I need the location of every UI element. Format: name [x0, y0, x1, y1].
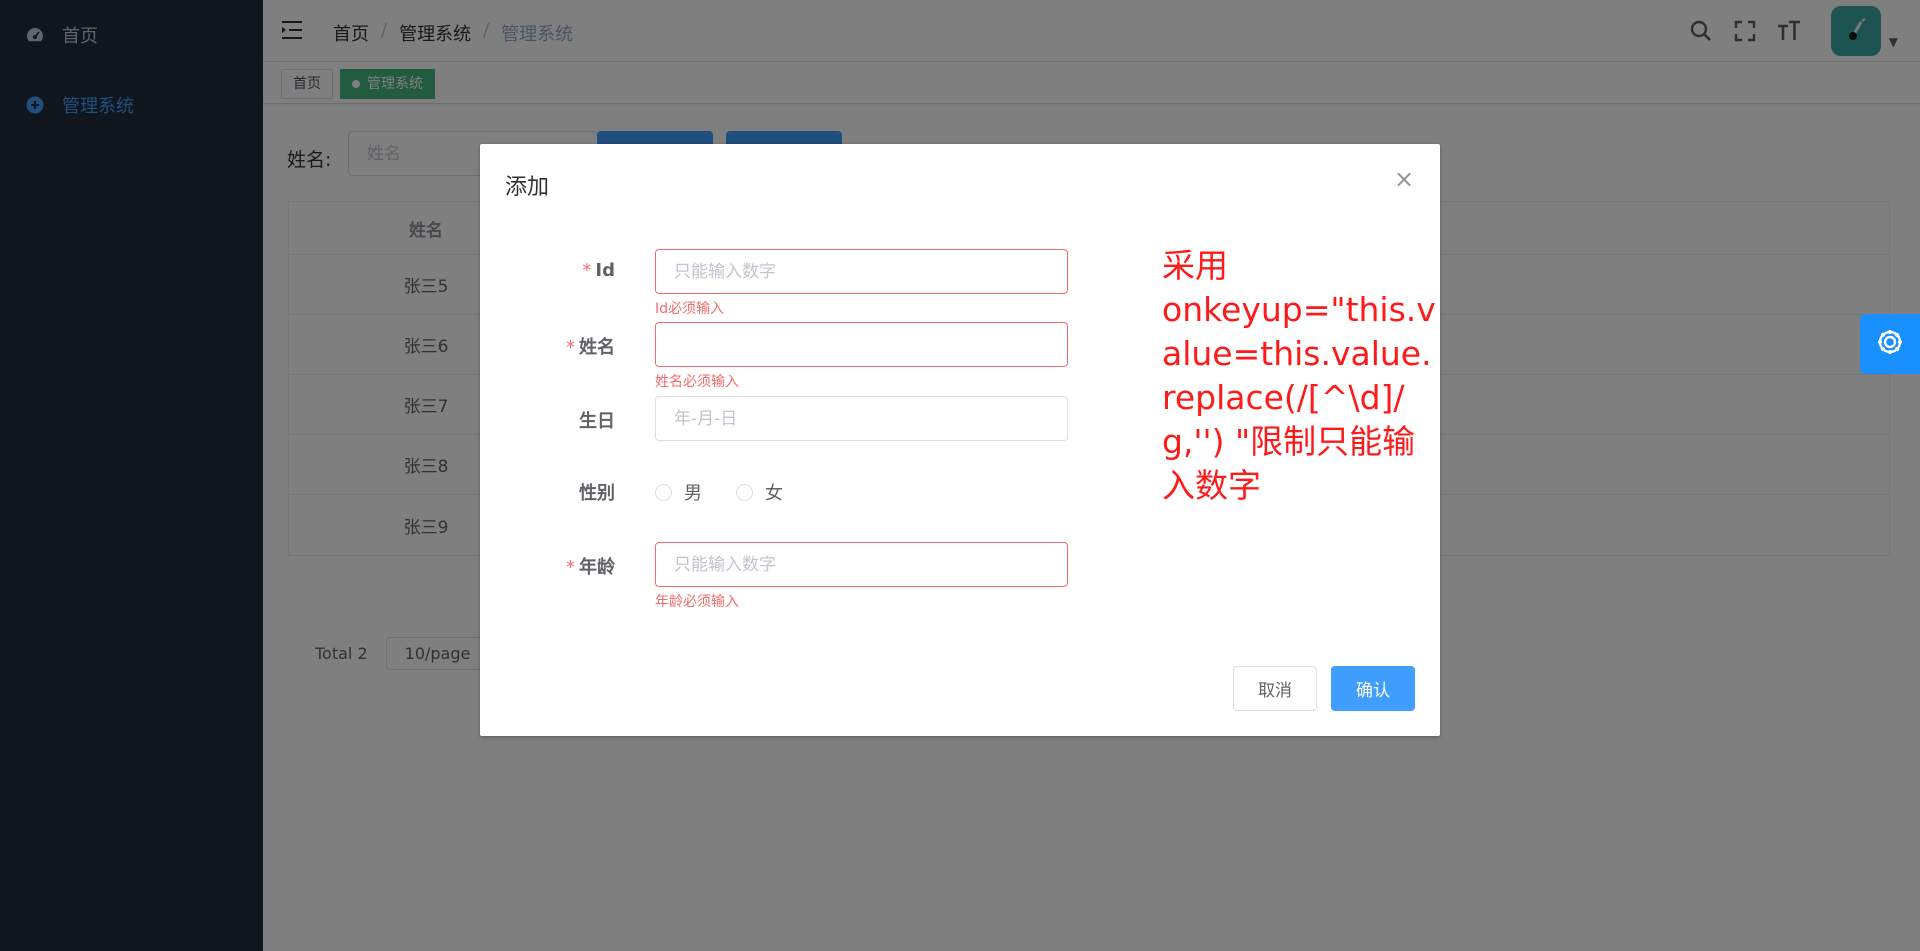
age-input[interactable] — [655, 542, 1068, 587]
field-label-id: * Id — [582, 260, 615, 281]
name-error-message: 姓名必须输入 — [655, 374, 739, 390]
gender-radio-female[interactable]: 女 — [736, 479, 783, 505]
annotation-note: 采用 onkeyup="this.value=this.value.replac… — [1162, 244, 1437, 508]
radio-button[interactable] — [655, 483, 672, 501]
field-label-age: * 年龄 — [566, 557, 615, 578]
cancel-button[interactable]: 取消 — [1233, 666, 1317, 711]
field-label-gender: 性别 — [579, 483, 615, 504]
age-error-message: 年龄必须输入 — [655, 594, 739, 610]
close-icon[interactable]: × — [1393, 167, 1415, 191]
id-error-message: Id必须输入 — [655, 301, 725, 317]
annotation-line: 采用 — [1162, 246, 1228, 285]
dialog-title: 添加 — [505, 175, 550, 200]
name-input[interactable] — [655, 322, 1068, 367]
dialog-footer: 取消 确认 — [1233, 666, 1415, 711]
annotation-line: onkeyup="this.value=this.value.replace(/… — [1162, 290, 1436, 505]
add-dialog: 添加 × *Id Id必须输入 *姓名 姓名必须输入 生日 性别 男 女 *年龄… — [480, 144, 1440, 736]
field-label-birthday: 生日 — [579, 411, 615, 432]
gender-radio-group: 男 女 — [655, 479, 783, 505]
id-input[interactable] — [655, 249, 1068, 294]
gear-icon — [1875, 327, 1905, 362]
birthday-date-input[interactable] — [655, 396, 1068, 441]
radio-button[interactable] — [736, 483, 753, 501]
field-label-name: * 姓名 — [566, 337, 615, 358]
confirm-button[interactable]: 确认 — [1331, 666, 1415, 711]
gender-radio-male[interactable]: 男 — [655, 479, 702, 505]
settings-button[interactable] — [1860, 314, 1920, 374]
